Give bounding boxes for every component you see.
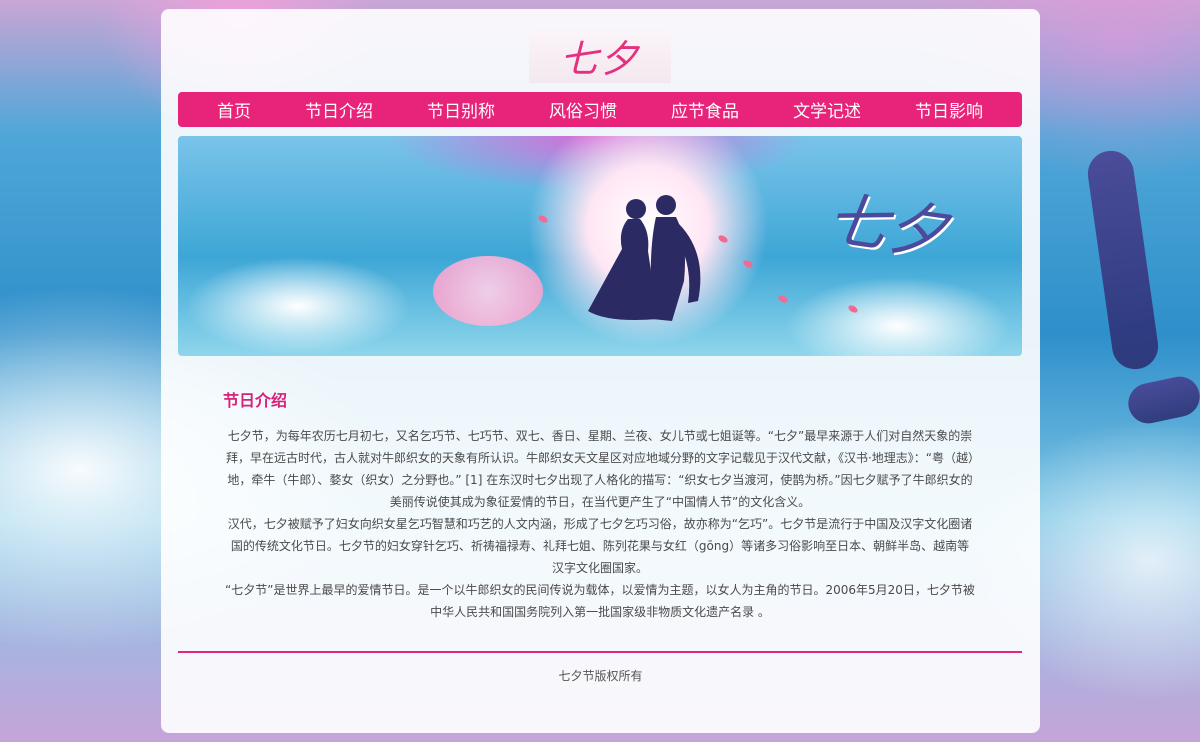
nav-item-influence[interactable]: 节日影响 <box>915 97 983 122</box>
footer-divider <box>178 651 1022 653</box>
nav-item-literature[interactable]: 文学记述 <box>793 97 861 122</box>
main-nav: 首页 节日介绍 节日别称 风俗习惯 应节食品 文学记述 节日影响 <box>178 92 1022 127</box>
intro-paragraph: 七夕节，为每年农历七月初七，又名乞巧节、七巧节、双七、香日、星期、兰夜、女儿节或… <box>225 429 975 509</box>
background-decoration <box>1124 372 1200 428</box>
logo-text: 七夕 <box>559 36 640 81</box>
nav-item-home[interactable]: 首页 <box>217 97 251 122</box>
banner-title: 七夕 <box>822 183 952 270</box>
hero-banner: 七夕 <box>178 136 1022 356</box>
couple-silhouette-icon <box>588 195 701 321</box>
footer-copyright: 七夕节版权所有 <box>558 669 643 683</box>
intro-paragraph: 汉代，七夕被赋予了妇女向织女星乞巧智慧和巧艺的人文内涵，形成了七夕乞巧习俗，故亦… <box>227 517 973 575</box>
intro-text: 七夕节，为每年农历七月初七，又名乞巧节、七巧节、双七、香日、星期、兰夜、女儿节或… <box>225 425 975 623</box>
petal-decoration <box>847 303 859 315</box>
background-decoration <box>1084 147 1162 373</box>
nav-item-foods[interactable]: 应节食品 <box>671 97 739 122</box>
nav-item-customs[interactable]: 风俗习惯 <box>549 97 617 122</box>
heart-decoration <box>433 256 543 326</box>
nav-item-intro[interactable]: 节日介绍 <box>305 97 373 122</box>
section-title: 节日介绍 <box>223 391 288 410</box>
intro-paragraph: “七夕节”是世界上最早的爱情节日。是一个以牛郎织女的民间传说为载体，以爱情为主题… <box>225 583 975 619</box>
petal-decoration <box>777 293 789 305</box>
site-logo[interactable]: 七夕 <box>529 27 671 83</box>
nav-item-aliases[interactable]: 节日别称 <box>427 97 495 122</box>
page-container: 七夕 首页 节日介绍 节日别称 风俗习惯 应节食品 文学记述 节日影响 七夕 节… <box>161 9 1040 733</box>
